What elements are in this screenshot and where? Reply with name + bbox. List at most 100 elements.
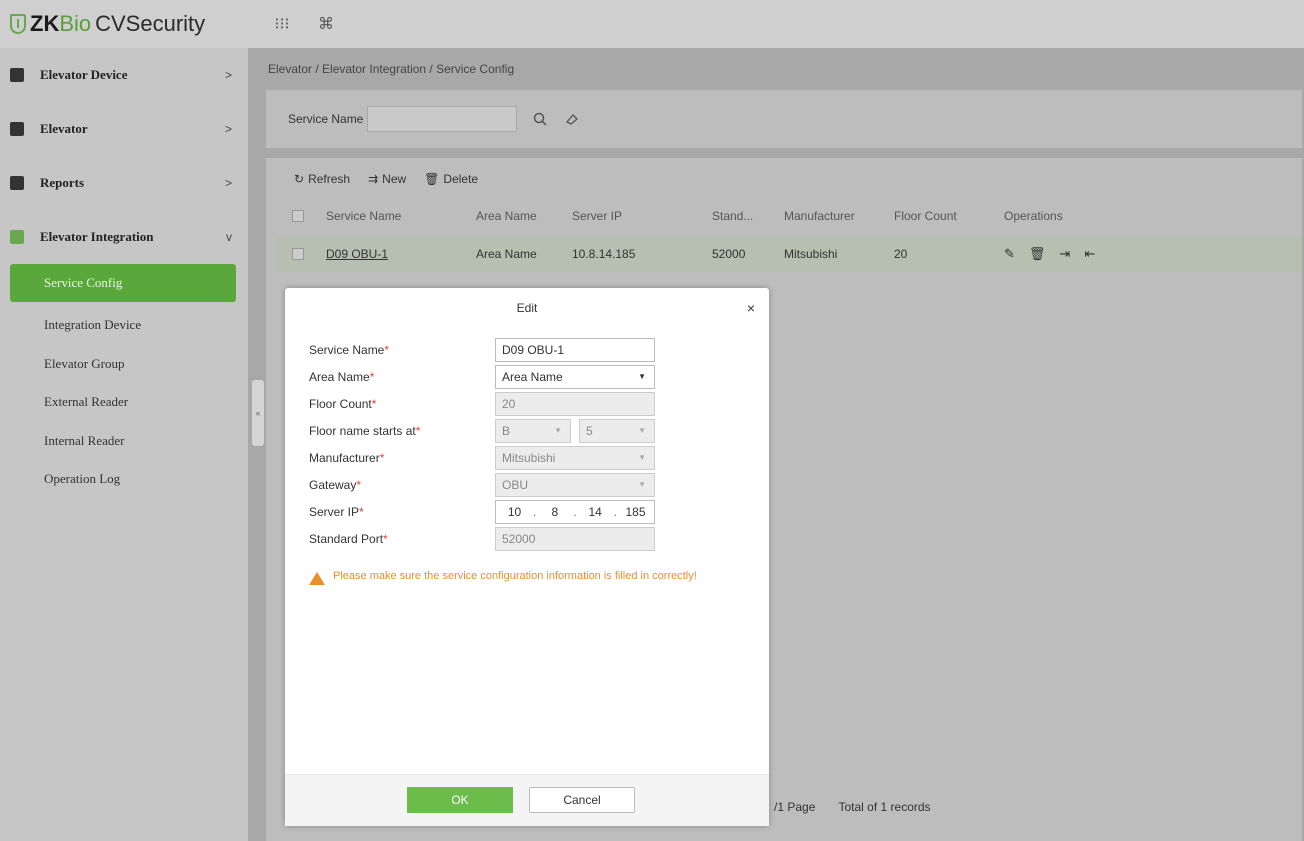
sidebar-subitem-integration-device[interactable]: Integration Device [10,306,236,345]
dialog-header: Edit × [285,288,769,328]
floor-number-select: 5 ▼ [579,418,655,443]
grid-icon[interactable]: ⁝⁝⁝ [270,12,294,36]
cell-manufacturer: Mitsubishi [784,247,838,261]
close-icon[interactable]: × [747,300,755,316]
ip-dot: . [573,504,577,519]
sidebar-subitem-elevator-group[interactable]: Elevator Group [10,345,236,384]
ip-octet[interactable]: 185 [619,505,652,519]
sidebar-subitem-service-config[interactable]: Service Config [10,264,236,302]
elevator-integration-icon [10,230,24,244]
cell-port: 52000 [712,247,746,261]
app-logo[interactable]: ZK Bio CVSecurity [0,11,250,37]
field-label: Area Name* [309,369,375,384]
floor-prefix-value: B [502,423,511,438]
chevron-down-icon: ▼ [554,426,562,435]
top-bar: ZK Bio CVSecurity ⁝⁝⁝ ⌘ [0,0,1304,48]
clear-icon[interactable] [563,110,581,128]
reports-icon [10,176,24,190]
sidebar-item-reports[interactable]: Reports > [0,156,248,210]
dialog-title: Edit [516,301,538,315]
manufacturer-value: Mitsubishi [502,450,556,465]
row-operations: ✎ 🗑 ⇥ ⇤ [1004,246,1154,262]
standard-port-field: 52000 [495,526,655,551]
search-input[interactable] [367,106,518,132]
elevator-icon [10,122,24,136]
select-all-checkbox[interactable] [292,210,304,222]
refresh-icon: ↻ [294,172,305,186]
delete-button[interactable]: 🗑 Delete [424,172,478,186]
refresh-button[interactable]: ↻ Refresh [294,172,350,186]
ip-octet[interactable]: 14 [579,505,612,519]
form-row-service-name: Service Name* D09 OBU-1 [309,336,655,363]
field-label: Standard Port* [309,531,388,546]
ip-octet[interactable]: 8 [538,505,571,519]
sidebar-item-elevator-integration[interactable]: Elevator Integration v [0,210,248,264]
sidebar-item-elevator-device[interactable]: Elevator Device > [0,48,248,102]
form-row-server-ip: Server IP* 10 . 8 . 14 . 185 [309,498,655,525]
cancel-button[interactable]: Cancel [529,787,635,813]
sidebar-item-label: Elevator Integration [40,229,154,244]
chevron-down-icon: ▼ [638,372,646,381]
chevron-down-icon: ▼ [638,480,646,489]
sidebar-subitem-operation-log[interactable]: Operation Log [10,460,236,499]
floor-prefix-select: B ▼ [495,418,571,443]
field-label: Service Name* [309,342,390,357]
search-icon[interactable] [531,110,549,128]
area-name-select[interactable]: Area Name ▼ [495,364,655,389]
logo-cvsecurity: CVSecurity [95,11,206,36]
table-row[interactable]: D09 OBU-1 Area Name 10.8.14.185 52000 Mi… [276,236,1302,272]
sidebar: Elevator Device > Elevator > Reports > E… [0,48,248,841]
dialog-footer: OK Cancel [285,774,769,826]
sidebar-subitem-internal-reader[interactable]: Internal Reader [10,422,236,461]
new-button[interactable]: ⇉ New [368,172,406,186]
chevron-down-icon: ▼ [638,453,646,462]
chevron-down-icon: v [226,230,232,244]
trash-icon[interactable]: 🗑 [1029,246,1046,262]
logo-bio: Bio [59,11,92,36]
search-panel: Service Name [266,90,1302,148]
ip-octet[interactable]: 10 [498,505,531,519]
total-records: Total of 1 records [838,800,931,814]
table-header: Service Name Area Name Server IP Stand..… [276,198,1302,234]
chevron-right-icon: > [224,122,232,136]
sidebar-item-elevator[interactable]: Elevator > [0,102,248,156]
form-row-gateway: Gateway* OBU ▼ [309,471,655,498]
row-checkbox[interactable] [292,248,304,260]
column-header[interactable]: Manufacturer [784,209,894,223]
field-label: Gateway* [309,477,362,492]
field-label: Floor Count* [309,396,377,411]
sidebar-item-label: Elevator [40,121,88,136]
edit-icon[interactable]: ✎ [1004,246,1015,262]
server-ip-field[interactable]: 10 . 8 . 14 . 185 [495,499,655,524]
toolbar: ↻ Refresh ⇉ New 🗑 Delete [294,172,478,186]
column-header[interactable]: Server IP [572,209,712,223]
service-name-field[interactable]: D09 OBU-1 [495,337,655,362]
warning-icon [309,572,325,585]
service-name-link[interactable]: D09 OBU-1 [326,247,476,261]
breadcrumb: Elevator / Elevator Integration / Servic… [268,62,515,76]
warning-message: Please make sure the service configurati… [309,570,729,585]
form-row-floor-count: Floor Count* 20 [309,390,655,417]
export-icon[interactable]: ⇥ [1059,246,1070,262]
floor-number-value: 5 [586,423,593,438]
ip-dot: . [613,504,617,519]
ok-button[interactable]: OK [407,787,513,813]
form-row-floor-start: Floor name starts at* B ▼ 5 ▼ [309,417,655,444]
ip-dot: . [532,504,537,519]
cell-server-ip: 10.8.14.185 [572,247,636,261]
floor-count-field: 20 [495,391,655,416]
command-icon[interactable]: ⌘ [314,12,338,36]
form-row-area-name: Area Name* Area Name ▼ [309,363,655,390]
column-header[interactable]: Floor Count [894,209,1004,223]
form-row-standard-port: Standard Port* 52000 [309,525,655,552]
new-icon: ⇉ [368,172,379,186]
column-header[interactable]: Area Name [476,209,572,223]
column-header[interactable]: Stand... [712,209,784,223]
pagination: /1 Page Total of 1 records [774,800,951,814]
form-row-manufacturer: Manufacturer* Mitsubishi ▼ [309,444,655,471]
column-header[interactable]: Service Name [326,209,476,223]
import-icon[interactable]: ⇤ [1084,246,1095,262]
refresh-label: Refresh [308,172,351,186]
chevron-down-icon: ▼ [638,426,646,435]
sidebar-subitem-external-reader[interactable]: External Reader [10,383,236,422]
